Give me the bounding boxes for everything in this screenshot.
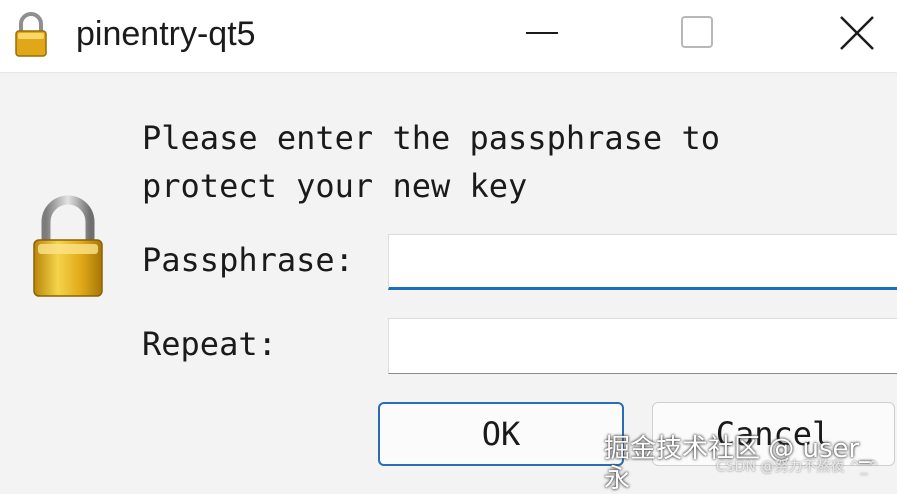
dialog-body: Please enter the passphrase to protect y… — [0, 72, 897, 481]
prompt-text: Please enter the passphrase to protect y… — [142, 114, 720, 210]
close-button[interactable] — [808, 0, 897, 66]
maximize-icon — [681, 16, 713, 48]
repeat-input[interactable] — [388, 318, 897, 374]
padlock-icon — [15, 12, 47, 57]
prompt-line-2: protect your new key — [142, 167, 528, 205]
ok-button[interactable]: OK — [378, 402, 624, 466]
minimize-icon — [526, 32, 558, 34]
window-title: pinentry-qt5 — [76, 15, 256, 53]
close-icon — [840, 16, 874, 50]
watermark-subtext: CSDN @努力不熬夜 ^_^ — [716, 459, 880, 475]
prompt-line-1: Please enter the passphrase to — [142, 119, 720, 157]
passphrase-label: Passphrase: — [142, 241, 354, 279]
minimize-button[interactable] — [498, 0, 588, 66]
passphrase-input[interactable] — [388, 234, 897, 290]
padlock-icon — [33, 195, 103, 297]
title-bar: pinentry-qt5 — [0, 0, 897, 73]
repeat-label: Repeat: — [142, 325, 277, 363]
maximize-button[interactable] — [652, 0, 742, 66]
